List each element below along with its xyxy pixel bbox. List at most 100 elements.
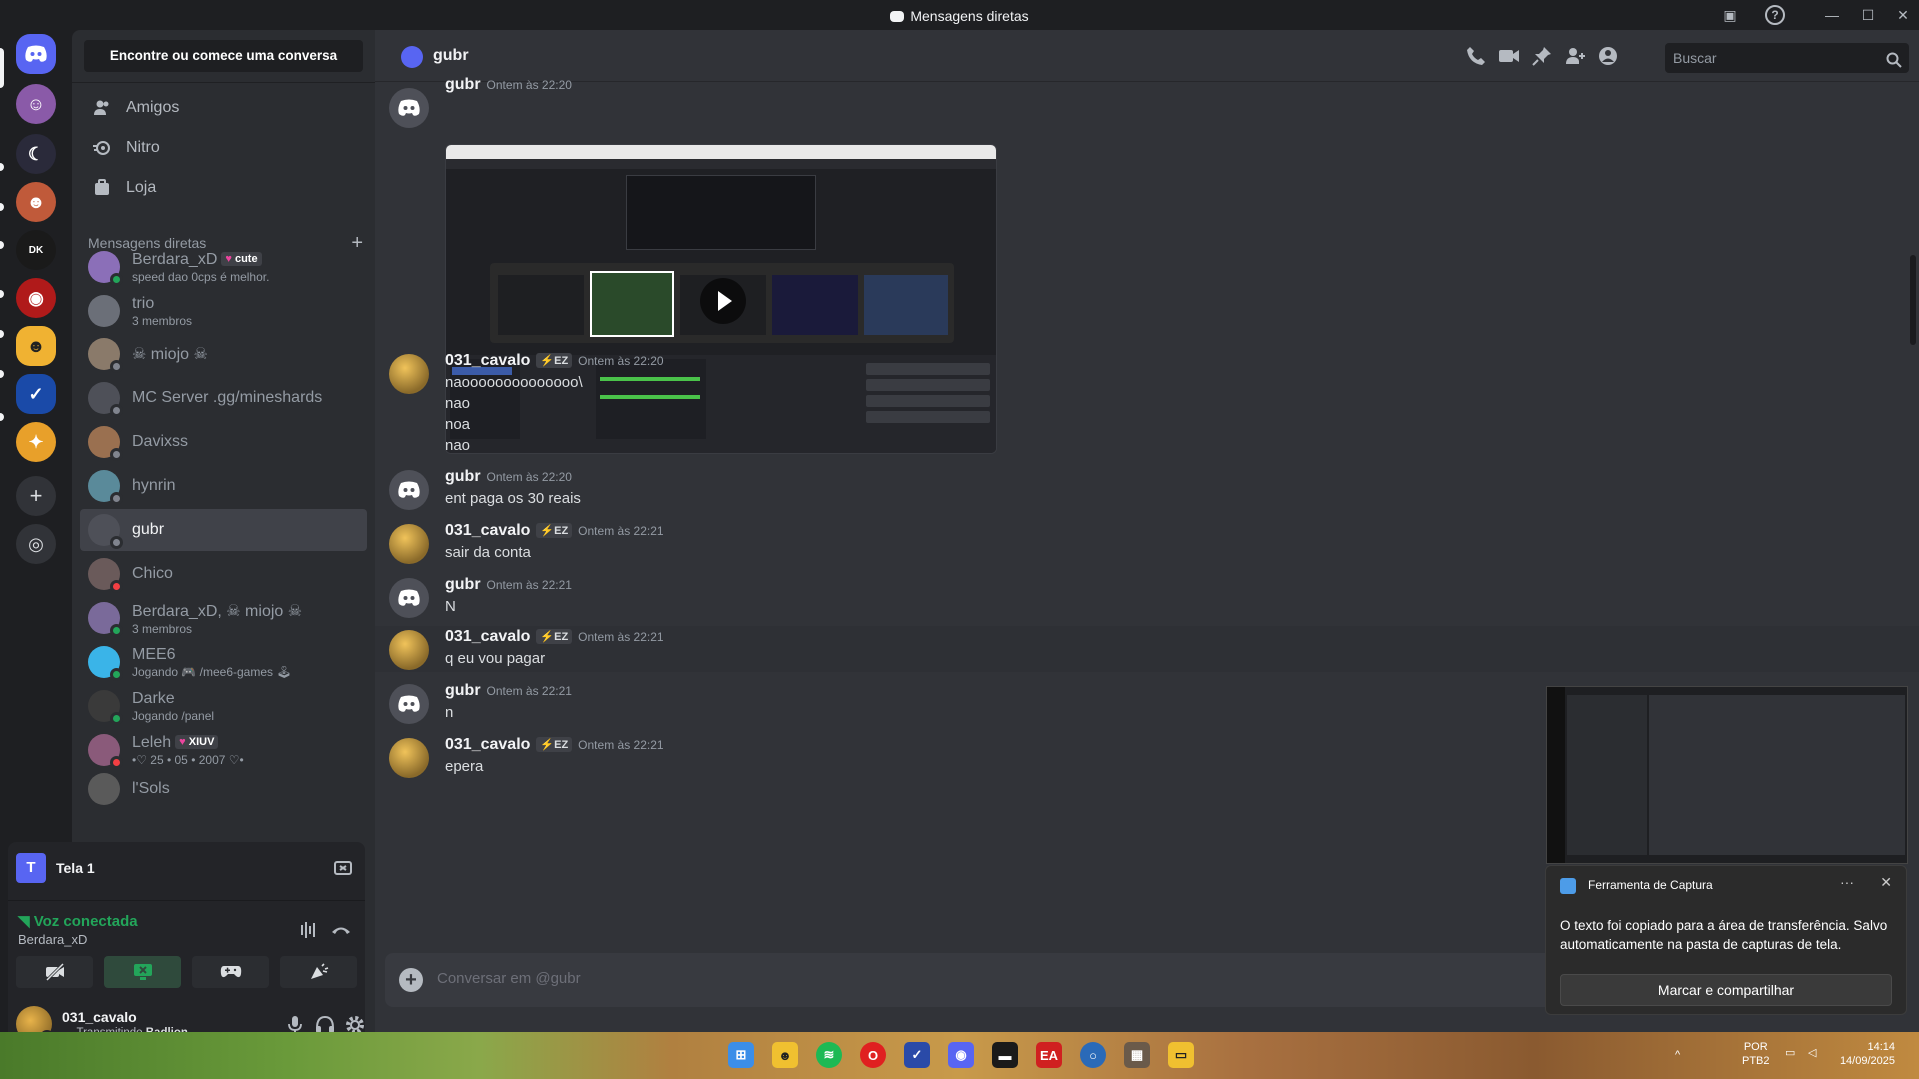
server-icon-2[interactable]: ☾ <box>16 134 56 174</box>
file-explorer-icon[interactable]: ▭ <box>1168 1042 1194 1068</box>
more-options-icon[interactable]: ··· <box>1840 874 1854 890</box>
dm-item[interactable]: Darke Jogando /panel <box>80 685 367 727</box>
author-avatar[interactable] <box>389 684 429 724</box>
voice-call-icon[interactable] <box>1465 45 1487 67</box>
unread-pill <box>0 203 4 211</box>
screen-share-button[interactable] <box>104 956 181 988</box>
dm-avatar <box>88 773 120 805</box>
dm-name-text: Berdara_xD, ☠ miojo ☠ <box>132 602 303 620</box>
add-friends-to-dm-icon[interactable] <box>1564 45 1586 67</box>
nav-friends[interactable]: Amigos <box>80 88 367 128</box>
dm-item[interactable]: Davixss <box>80 421 367 463</box>
nav-shop[interactable]: Loja <box>80 168 367 208</box>
help-icon[interactable]: ? <box>1765 5 1785 25</box>
capture-thumbnail[interactable] <box>1546 686 1908 864</box>
minimize-button[interactable]: — <box>1822 5 1842 25</box>
dm-item[interactable]: Berdara_xD, ☠ miojo ☠ 3 membros <box>80 597 367 639</box>
dm-item[interactable]: Berdara_xD ♥ cute speed dao 0cps é melhor. <box>80 246 367 288</box>
signal-icon: ◥ <box>18 913 34 930</box>
maximize-button[interactable]: ☐ <box>1858 5 1878 25</box>
server-icon-3[interactable]: ☻ <box>16 182 56 222</box>
popout-icon[interactable] <box>333 858 353 878</box>
message-author[interactable]: gubr Ontem às 22:21 <box>445 576 572 594</box>
app-icon-1[interactable]: ☻ <box>772 1042 798 1068</box>
camera-off-button[interactable] <box>16 956 93 988</box>
video-call-icon[interactable] <box>1498 45 1520 67</box>
dm-item[interactable]: Leleh ♥ XIUV •♡ 25 • 05 • 2007 ♡• <box>80 729 367 771</box>
find-conversation-button[interactable]: Encontre ou comece uma conversa <box>84 40 363 72</box>
search-input[interactable]: Buscar <box>1665 43 1909 73</box>
tray-chevron-icon[interactable]: ^ <box>1675 1048 1680 1062</box>
opera-icon[interactable]: O <box>860 1042 886 1068</box>
explore-button[interactable]: ◎ <box>16 524 56 564</box>
guild-tag-text: EZ <box>554 739 569 751</box>
message-author[interactable]: 031_cavalo ⚡EZ Ontem às 22:21 <box>445 736 664 754</box>
user-profile-icon[interactable] <box>1597 45 1619 67</box>
message-composer[interactable]: + Conversar em @gubr <box>385 953 1615 1007</box>
volume-icon[interactable]: ◁ <box>1808 1046 1816 1060</box>
noise-suppression-icon[interactable] <box>298 919 320 941</box>
guild-tag: ⚡EZ <box>536 523 573 538</box>
inbox-icon[interactable]: ▣ <box>1720 5 1740 25</box>
author-avatar[interactable] <box>389 470 429 510</box>
recipient-name[interactable]: gubr <box>433 47 469 65</box>
server-icon-6[interactable]: ☻ <box>16 326 56 366</box>
dm-name: MC Server .gg/mineshards <box>132 389 322 407</box>
author-avatar[interactable] <box>389 738 429 778</box>
author-avatar[interactable] <box>389 578 429 618</box>
message-author[interactable]: gubr Ontem às 22:21 <box>445 682 572 700</box>
message-author[interactable]: 031_cavalo ⚡EZ Ontem às 22:21 <box>445 628 664 646</box>
scrollbar[interactable] <box>1910 255 1916 345</box>
attach-plus-icon[interactable]: + <box>399 968 423 992</box>
message-author[interactable]: gubr Ontem às 22:20 <box>445 468 572 486</box>
author-avatar[interactable] <box>389 524 429 564</box>
author-avatar[interactable] <box>389 88 429 128</box>
dm-item[interactable]: MC Server .gg/mineshards <box>80 377 367 419</box>
app-icon-3[interactable]: ▬ <box>992 1042 1018 1068</box>
dm-item[interactable]: trio 3 membros <box>80 290 367 332</box>
app-icon-2[interactable]: ✓ <box>904 1042 930 1068</box>
voice-channel-name[interactable]: Berdara_xD <box>18 932 87 947</box>
server-icon-8[interactable]: ✦ <box>16 422 56 462</box>
minecraft-icon[interactable]: ▦ <box>1124 1042 1150 1068</box>
dm-item[interactable]: ☠ miojo ☠ <box>80 333 367 375</box>
clock[interactable]: 14:14 14/09/2025 <box>1835 1040 1895 1068</box>
nav-nitro[interactable]: Nitro <box>80 128 367 168</box>
dm-item[interactable]: MEE6 Jogando 🎮 /mee6-games 🕹 <box>80 641 367 683</box>
server-icon-1[interactable]: ☺ <box>16 84 56 124</box>
pinned-messages-icon[interactable] <box>1531 45 1553 67</box>
message-author[interactable]: gubr Ontem às 22:20 <box>445 76 572 94</box>
dm-item[interactable]: gubr <box>80 509 367 551</box>
dm-item[interactable]: l'Sols <box>80 768 367 810</box>
stream-preview-row[interactable]: T Tela 1 <box>16 850 357 886</box>
network-icon[interactable]: ▭ <box>1785 1046 1795 1060</box>
author-avatar[interactable] <box>389 354 429 394</box>
activity-button[interactable] <box>192 956 269 988</box>
close-button[interactable]: ✕ <box>1893 5 1913 25</box>
add-server-button[interactable]: + <box>16 476 56 516</box>
message-author[interactable]: 031_cavalo ⚡EZ Ontem às 22:21 <box>445 522 664 540</box>
message-author[interactable]: 031_cavalo ⚡EZ Ontem às 22:20 <box>445 352 664 370</box>
dm-item[interactable]: Chico <box>80 553 367 595</box>
home-button[interactable] <box>16 34 56 74</box>
play-button[interactable] <box>700 278 746 324</box>
server-icon-7[interactable]: ✓ <box>16 374 56 414</box>
server-icon-4[interactable]: DK <box>16 230 56 270</box>
language-indicator[interactable]: POR PTB2 <box>1742 1040 1770 1068</box>
dm-avatar <box>88 558 123 593</box>
app-icon-4[interactable]: ○ <box>1080 1042 1106 1068</box>
soundboard-button[interactable] <box>280 956 357 988</box>
discord-taskbar-icon[interactable]: ◉ <box>948 1042 974 1068</box>
close-icon[interactable]: ✕ <box>1880 874 1892 891</box>
author-avatar[interactable] <box>389 630 429 670</box>
stream-label: Tela 1 <box>56 860 95 876</box>
dm-text: MEE6 Jogando 🎮 /mee6-games 🕹 <box>132 646 292 679</box>
server-icon-5[interactable]: ◉ <box>16 278 56 318</box>
spotify-icon[interactable]: ≋ <box>816 1042 842 1068</box>
start-icon[interactable]: ⊞ <box>728 1042 754 1068</box>
message-text: naoooooooooooooo\ <box>445 374 583 391</box>
ea-icon[interactable]: EA <box>1036 1042 1062 1068</box>
disconnect-icon[interactable] <box>330 919 352 941</box>
mark-and-share-button[interactable]: Marcar e compartilhar <box>1560 974 1892 1006</box>
dm-item[interactable]: hynrin <box>80 465 367 507</box>
